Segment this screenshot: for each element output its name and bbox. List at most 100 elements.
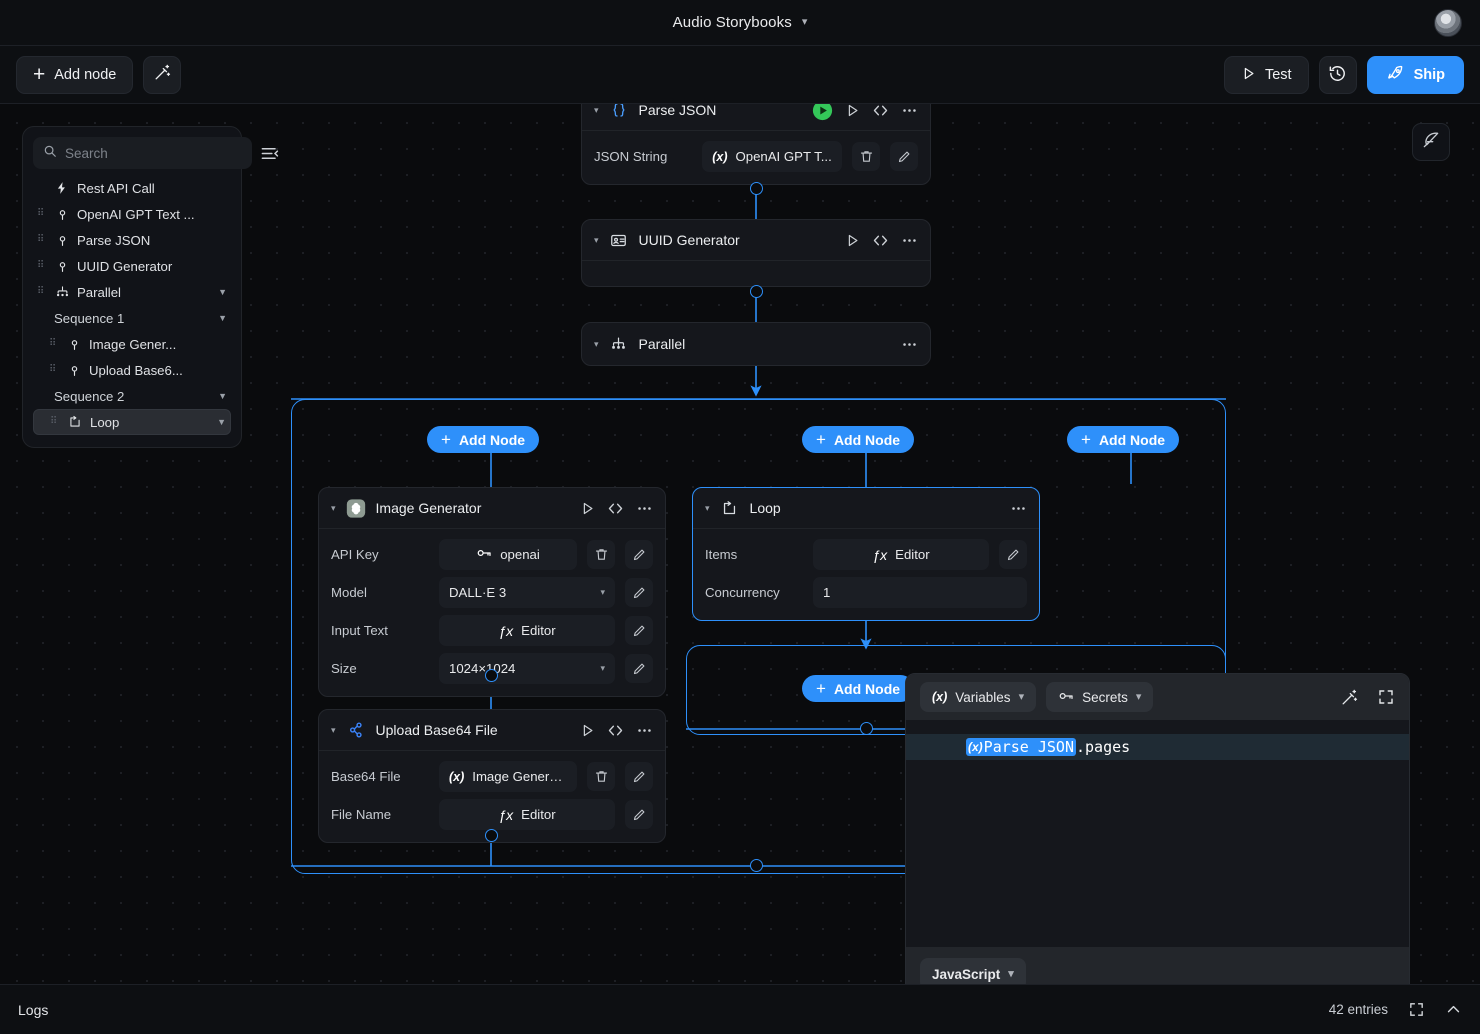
add-node-button-branch-1[interactable]: + Add Node [427, 426, 539, 453]
field-value-base64-file[interactable]: (x) Image Genera... [439, 761, 577, 792]
node-parse-json[interactable]: ▾ Parse JSON [581, 104, 931, 185]
field-value-items[interactable]: ƒx Editor [813, 539, 989, 570]
node-header[interactable]: ▾ UUID Generator [582, 220, 930, 260]
sidebar-item-uuid-generator[interactable]: ⠿ UUID Generator [33, 253, 231, 279]
pencil-icon[interactable] [625, 800, 653, 829]
chevron-down-icon[interactable]: ▼ [217, 417, 226, 427]
field-value-api-key[interactable]: openai [439, 539, 577, 570]
sidebar-item-loop[interactable]: ⠿ Loop ▼ [33, 409, 231, 435]
play-icon[interactable] [580, 501, 595, 516]
field-value-file-name[interactable]: ƒx Editor [439, 799, 615, 830]
pencil-icon[interactable] [625, 578, 653, 607]
chevron-down-icon[interactable]: ▾ [594, 339, 599, 350]
more-icon[interactable] [1010, 500, 1027, 517]
code-icon[interactable] [872, 104, 889, 119]
node-output-port[interactable] [485, 669, 498, 682]
drag-grip-icon[interactable]: ⠿ [37, 261, 47, 271]
trash-icon[interactable] [852, 142, 880, 171]
play-icon[interactable] [845, 104, 860, 118]
node-header[interactable]: ▾ Loop [693, 488, 1039, 528]
chevron-down-icon[interactable]: ▾ [331, 725, 336, 736]
field-value-input-text[interactable]: ƒx Editor [439, 615, 615, 646]
sidebar-item-rest-api-call[interactable]: ⠿ Rest API Call [33, 175, 231, 201]
chevron-down-icon[interactable]: ▾ [331, 503, 336, 514]
node-output-port[interactable] [485, 829, 498, 842]
fullscreen-icon[interactable] [1408, 1001, 1425, 1018]
code-editor-area[interactable]: (x)Parse JSON.pages [906, 720, 1409, 947]
sidebar-group-sequence-2[interactable]: ⠿ Sequence 2 ▼ [33, 383, 231, 409]
code-line[interactable]: (x)Parse JSON.pages [906, 734, 1409, 760]
node-upload-base64-file[interactable]: ▾ Upload Base64 File [318, 709, 666, 843]
ship-button[interactable]: Ship [1367, 56, 1464, 94]
drag-grip-icon[interactable]: ⠿ [49, 339, 59, 349]
search-input[interactable] [65, 146, 242, 161]
search-box[interactable] [33, 137, 252, 169]
chevron-down-icon[interactable]: ▼ [218, 287, 227, 297]
secrets-dropdown[interactable]: Secrets ▾ [1046, 682, 1153, 712]
code-icon[interactable] [872, 232, 889, 249]
sidebar-item-parallel[interactable]: ⠿ Parallel ▼ [33, 279, 231, 305]
code-icon[interactable] [607, 500, 624, 517]
avatar[interactable] [1434, 9, 1462, 37]
more-icon[interactable] [901, 336, 918, 353]
node-loop[interactable]: ▾ Loop Items ƒx Ed [692, 487, 1040, 621]
code-icon[interactable] [607, 722, 624, 739]
node-header[interactable]: ▾ Parallel [582, 323, 930, 365]
more-icon[interactable] [901, 104, 918, 119]
node-uuid-generator[interactable]: ▾ UUID Generator [581, 219, 931, 287]
add-node-button-loop-inner[interactable]: + Add Node [802, 675, 914, 702]
history-button[interactable] [1319, 56, 1357, 94]
flow-canvas[interactable]: ▾ Parse JSON [0, 104, 1480, 984]
pencil-icon[interactable] [890, 142, 918, 171]
play-icon[interactable] [845, 233, 860, 248]
language-dropdown[interactable]: JavaScript ▾ [920, 958, 1026, 984]
add-node-button[interactable]: + Add node [16, 56, 133, 94]
chevron-up-icon[interactable] [1445, 1001, 1462, 1018]
play-icon[interactable] [580, 723, 595, 738]
sidebar-item-image-generator[interactable]: ⠿ Image Gener... [33, 331, 231, 357]
drag-grip-icon[interactable]: ⠿ [37, 209, 47, 219]
more-icon[interactable] [636, 500, 653, 517]
node-header[interactable]: ▾ Parse JSON [582, 104, 930, 130]
loop-inner-port[interactable] [860, 722, 873, 735]
chevron-down-icon[interactable]: ▼ [218, 391, 227, 401]
pencil-icon[interactable] [625, 762, 653, 791]
node-output-port[interactable] [750, 182, 763, 195]
sidebar-group-sequence-1[interactable]: ⠿ Sequence 1 ▼ [33, 305, 231, 331]
sidebar-item-upload-base64[interactable]: ⠿ Upload Base6... [33, 357, 231, 383]
magic-wand-icon[interactable] [1340, 688, 1359, 707]
chevron-down-icon[interactable]: ▾ [594, 105, 599, 116]
chevron-down-icon[interactable]: ▾ [594, 235, 599, 246]
more-icon[interactable] [636, 722, 653, 739]
sidebar-item-openai-gpt-text[interactable]: ⠿ OpenAI GPT Text ... [33, 201, 231, 227]
field-value-json-string[interactable]: (x) OpenAI GPT T... [702, 141, 842, 172]
pencil-icon[interactable] [625, 540, 653, 569]
variables-dropdown[interactable]: (x) Variables ▾ [920, 682, 1036, 712]
trash-icon[interactable] [587, 762, 615, 791]
sidebar-item-parse-json[interactable]: ⠿ Parse JSON [33, 227, 231, 253]
drag-grip-icon[interactable]: ⠿ [49, 365, 59, 375]
trash-icon[interactable] [587, 540, 615, 569]
play-running-icon[interactable] [812, 104, 833, 121]
fullscreen-icon[interactable] [1377, 688, 1395, 706]
chevron-down-icon[interactable]: ▼ [218, 313, 227, 323]
node-header[interactable]: ▾ Image Generator [319, 488, 665, 528]
pencil-icon[interactable] [625, 654, 653, 683]
node-image-generator[interactable]: ▾ Image Generator [318, 487, 666, 697]
variable-token[interactable]: (x)Parse JSON [966, 738, 1076, 756]
logs-bar[interactable]: Logs 42 entries [0, 984, 1480, 1034]
field-value-concurrency[interactable]: 1 [813, 577, 1027, 608]
field-value-size[interactable]: 1024×1024 ▾ [439, 653, 615, 684]
test-button[interactable]: Test [1224, 56, 1309, 94]
pencil-icon[interactable] [625, 616, 653, 645]
drag-grip-icon[interactable]: ⠿ [37, 287, 47, 297]
drag-grip-icon[interactable]: ⠿ [50, 417, 60, 427]
node-output-port[interactable] [750, 285, 763, 298]
pencil-icon[interactable] [999, 540, 1027, 569]
parallel-output-port[interactable] [750, 859, 763, 872]
node-header[interactable]: ▾ Upload Base64 File [319, 710, 665, 750]
drag-grip-icon[interactable]: ⠿ [37, 235, 47, 245]
project-title-menu[interactable]: Audio Storybooks ▾ [673, 14, 808, 31]
collapse-panel-icon[interactable] [260, 142, 279, 164]
expression-editor-overlay[interactable]: (x) Variables ▾ Secrets ▾ [905, 673, 1410, 984]
